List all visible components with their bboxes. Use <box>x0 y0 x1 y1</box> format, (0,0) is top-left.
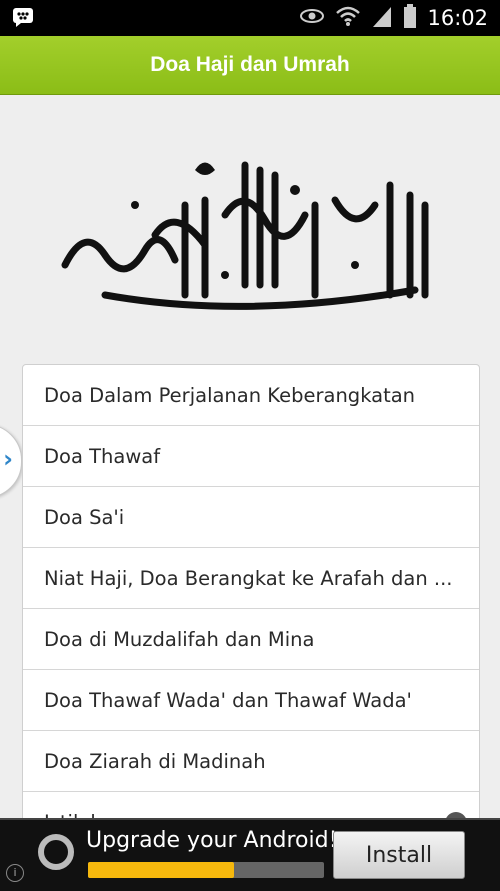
page-title: Doa Haji dan Umrah <box>150 53 350 76</box>
info-icon[interactable]: i <box>6 864 24 882</box>
list-item-label: Doa Thawaf <box>44 444 161 468</box>
ad-logo-icon <box>38 834 74 870</box>
signal-icon <box>371 5 393 31</box>
list-item-label: Doa Sa'i <box>44 505 125 529</box>
list-item[interactable]: Doa di Muzdalifah dan Mina <box>23 609 479 670</box>
ad-progress-bar <box>88 862 324 878</box>
drawer-toggle[interactable]: › <box>0 424 22 498</box>
eye-icon <box>299 8 325 28</box>
list-item-label: Doa Dalam Perjalanan Keberangkatan <box>44 383 416 407</box>
ad-progress-fill <box>88 862 235 878</box>
wifi-icon <box>335 5 361 31</box>
ad-banner[interactable]: i Upgrade your Android! Install <box>0 818 500 891</box>
list-item[interactable]: Doa Ziarah di Madinah <box>23 731 479 792</box>
clock: 16:02 <box>427 6 488 30</box>
chevron-right-icon: › <box>3 445 13 473</box>
list-item[interactable]: Niat Haji, Doa Berangkat ke Arafah dan .… <box>23 548 479 609</box>
list-item-label: Niat Haji, Doa Berangkat ke Arafah dan .… <box>44 566 453 590</box>
list-item-label: Doa di Muzdalifah dan Mina <box>44 627 315 651</box>
menu-list: Doa Dalam Perjalanan Keberangkatan Doa T… <box>22 364 480 854</box>
list-item-label: Doa Thawaf Wada' dan Thawaf Wada' <box>44 688 412 712</box>
list-item[interactable]: Doa Thawaf Wada' dan Thawaf Wada' <box>23 670 479 731</box>
battery-icon <box>403 4 417 32</box>
list-item[interactable]: Doa Sa'i <box>23 487 479 548</box>
list-item[interactable]: Doa Thawaf <box>23 426 479 487</box>
bbm-icon <box>12 7 36 27</box>
app-header: Doa Haji dan Umrah <box>0 36 500 95</box>
install-button[interactable]: Install <box>333 831 465 879</box>
list-item-label: Doa Ziarah di Madinah <box>44 749 266 773</box>
status-bar: 16:02 <box>0 0 500 36</box>
ad-title: Upgrade your Android! <box>86 828 338 853</box>
shahada-calligraphy-image <box>45 145 445 325</box>
list-item[interactable]: Doa Dalam Perjalanan Keberangkatan <box>23 365 479 426</box>
